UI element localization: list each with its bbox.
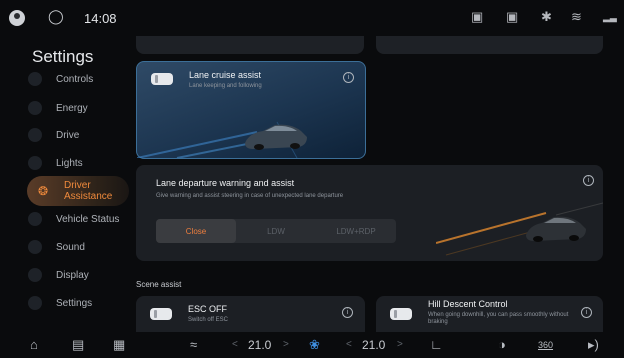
sidebar-item-drive[interactable]: Drive: [28, 122, 79, 148]
temp-right-increase[interactable]: >: [397, 339, 403, 350]
seat-heat-icon[interactable]: ≈: [190, 337, 197, 352]
option-ldw-rdp[interactable]: LDW+RDP: [316, 219, 396, 243]
lane-departure-card: Lane departure warning and assist Give w…: [136, 165, 603, 261]
lights-icon: [28, 156, 42, 170]
card-title: Hill Descent Control: [428, 299, 508, 309]
sidebar-item-label-line1: Driver: [64, 180, 91, 191]
sidebar-item-vehicle-status[interactable]: Vehicle Status: [28, 206, 119, 232]
left-temperature: 21.0: [248, 338, 272, 352]
apps-grid-icon[interactable]: ▦: [113, 337, 125, 353]
card-title: ESC OFF: [188, 304, 228, 314]
car-illustration: [526, 216, 586, 242]
partial-card: [136, 36, 364, 54]
hill-descent-card[interactable]: Hill Descent Control When going downhill…: [376, 296, 603, 336]
sidebar-item-label: Lights: [56, 157, 83, 169]
page-title: Settings: [32, 47, 94, 66]
controls-icon: [28, 72, 42, 86]
status-bar: ◯ 14:08 ▣ ▣ ✱ ≋ ▂▃: [0, 0, 624, 36]
card-title: Lane departure warning and assist: [156, 178, 295, 188]
camera-360-icon[interactable]: 360: [538, 340, 553, 350]
sidebar-item-sound[interactable]: Sound: [28, 234, 85, 260]
info-icon[interactable]: i: [581, 307, 592, 318]
option-ldw[interactable]: LDW: [236, 219, 316, 243]
sound-icon: [28, 240, 42, 254]
settings-icon: [28, 296, 42, 310]
sidebar-item-driver-assistance[interactable]: ❂ Driver Assistance: [27, 176, 129, 206]
volume-icon[interactable]: ▸): [588, 337, 599, 353]
sidebar-item-label: Display: [56, 269, 89, 281]
energy-icon: [28, 101, 42, 115]
fan-icon[interactable]: ❀: [309, 337, 320, 353]
sidebar-item-settings[interactable]: Settings: [28, 290, 92, 316]
wifi-icon[interactable]: ≋: [571, 9, 582, 25]
sidebar-item-label: Settings: [56, 297, 93, 309]
sidebar-item-energy[interactable]: Energy: [28, 95, 88, 121]
drive-icon: [28, 128, 42, 142]
card-subtitle: Switch off ESC: [188, 317, 228, 323]
bluetooth-icon[interactable]: ✱: [541, 9, 552, 25]
sidebar-item-label-line2: Assistance: [64, 191, 113, 202]
car-side-icon[interactable]: ◑: [498, 337, 506, 352]
card-subtitle: When going downhill, you can pass smooth…: [428, 312, 569, 325]
partial-card: [376, 36, 603, 54]
sidebar-item-label: Drive: [56, 129, 80, 141]
info-icon[interactable]: i: [342, 307, 353, 318]
screen-off-icon[interactable]: ▣: [471, 9, 483, 25]
right-temperature: 21.0: [362, 338, 386, 352]
display-icon: [28, 268, 42, 282]
option-close[interactable]: Close: [156, 219, 236, 243]
screen-icon[interactable]: ▣: [506, 9, 518, 25]
lane-road-illustration: [137, 121, 307, 158]
temp-left-decrease[interactable]: <: [232, 339, 238, 350]
lane-cruise-assist-card[interactable]: Lane cruise assist Lane keeping and foll…: [136, 61, 366, 159]
lane-departure-illustration: [436, 202, 603, 256]
sidebar-item-label: Controls: [56, 73, 94, 85]
sidebar-item-label: Energy: [56, 102, 88, 114]
sidebar-item-label: Vehicle Status: [56, 213, 120, 225]
chat-bubble-icon[interactable]: ◯: [48, 8, 64, 25]
sidebar-item-lights[interactable]: Lights: [28, 150, 83, 176]
esc-off-card[interactable]: ESC OFF Switch off ESC i: [136, 296, 365, 336]
car-illustration: [245, 124, 307, 150]
vehicle-status-icon: [28, 212, 42, 226]
home-icon[interactable]: ⌂: [30, 337, 38, 352]
seat-icon[interactable]: ∟: [430, 337, 443, 352]
clock: 14:08: [84, 11, 117, 26]
avatar[interactable]: [9, 10, 25, 26]
section-label: Scene assist: [136, 280, 182, 289]
sidebar-item-controls[interactable]: Controls: [28, 68, 93, 90]
temp-left-increase[interactable]: >: [283, 339, 289, 350]
lane-departure-mode-selector[interactable]: Close LDW LDW+RDP: [156, 219, 396, 243]
temp-right-decrease[interactable]: <: [346, 339, 352, 350]
steering-wheel-icon: ❂: [37, 184, 49, 198]
sidebar-item-label: Sound: [56, 241, 85, 253]
hill-descent-toggle[interactable]: [390, 308, 412, 320]
sidebar-item-display[interactable]: Display: [28, 262, 89, 288]
signal-icon: ▂▃: [603, 12, 617, 22]
car-icon[interactable]: ▤: [72, 337, 84, 353]
esc-off-toggle[interactable]: [150, 308, 172, 320]
card-subtitle: Give warning and assist steering in case…: [156, 193, 344, 199]
